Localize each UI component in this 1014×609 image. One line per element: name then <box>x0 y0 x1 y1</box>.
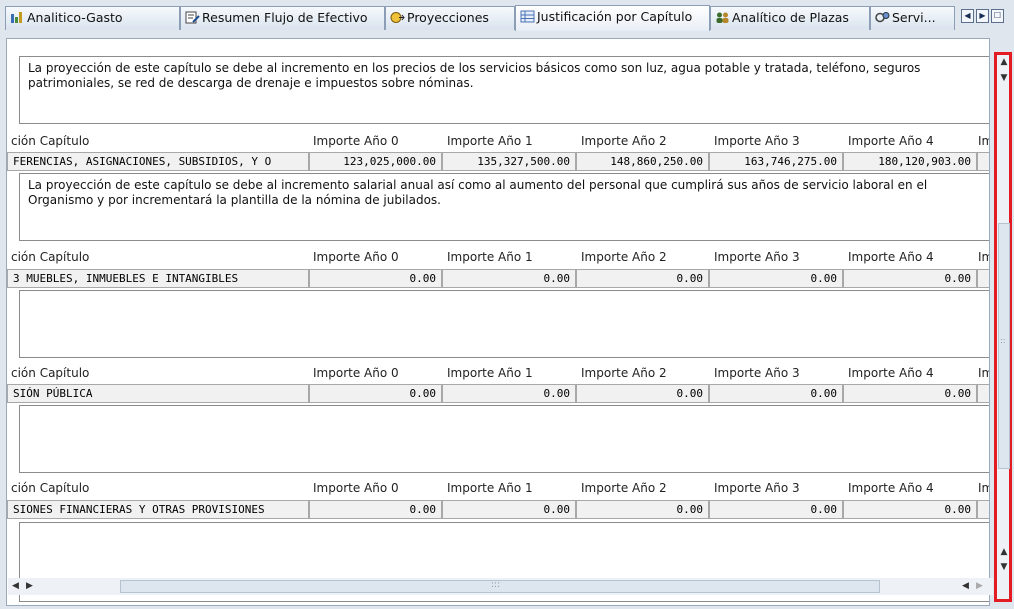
amount-year5-field[interactable] <box>977 384 989 403</box>
chapter-field[interactable]: SIÓN PÚBLICA <box>7 384 309 403</box>
document-edit-icon <box>185 9 200 24</box>
tab-scroll-right-button[interactable]: ▶ <box>976 9 989 23</box>
amount-year3-field[interactable]: 0.00 <box>709 269 843 288</box>
column-header-chapter: ción Capítulo <box>11 134 90 148</box>
amount-year2-field[interactable]: 0.00 <box>576 269 709 288</box>
amount-year4-field[interactable]: 0.00 <box>843 269 977 288</box>
tab-label: Proyecciones <box>407 10 489 25</box>
vertical-scroll-thumb[interactable]: :: <box>998 223 1010 469</box>
amount-year2-field[interactable]: 0.00 <box>576 500 709 519</box>
tab-justificacion-capitulo[interactable]: Justificación por Capítulo <box>515 5 710 31</box>
tab-label: Analítico de Plazas <box>732 10 849 25</box>
vertical-scrollbar[interactable]: ▲ ▼ :: ▲ ▼ <box>994 52 1012 602</box>
amount-year2-field[interactable]: 0.00 <box>576 384 709 403</box>
scroll-down-icon[interactable]: ▼ <box>999 73 1009 83</box>
scroll-down-icon[interactable]: ▼ <box>999 562 1009 572</box>
column-header-year3: Importe Año 3 <box>714 481 800 495</box>
justification-textarea[interactable] <box>19 405 989 473</box>
justification-textarea[interactable] <box>19 290 989 358</box>
column-header-more: Im <box>978 481 989 495</box>
amount-year5-field[interactable] <box>977 500 989 519</box>
amount-year2-field[interactable]: 148,860,250.00 <box>576 152 709 171</box>
amount-year1-field[interactable]: 135,327,500.00 <box>442 152 576 171</box>
tab-resumen-flujo[interactable]: Resumen Flujo de Efectivo <box>180 6 385 30</box>
scroll-left-icon[interactable]: ◀ <box>962 581 969 591</box>
column-header-year2: Importe Año 2 <box>581 366 667 380</box>
amount-year4-field[interactable]: 0.00 <box>843 500 977 519</box>
column-header-year4: Importe Año 4 <box>848 481 934 495</box>
column-header-year1: Importe Año 1 <box>447 134 533 148</box>
projection-icon <box>390 9 405 23</box>
column-header-year3: Importe Año 3 <box>714 366 800 380</box>
scroll-up-icon[interactable]: ▲ <box>999 57 1009 67</box>
tab-label: Analitico-Gasto <box>27 10 123 25</box>
tab-list-button[interactable]: ☐ <box>991 9 1004 23</box>
column-header-year4: Importe Año 4 <box>848 134 934 148</box>
amount-year4-field[interactable]: 0.00 <box>843 384 977 403</box>
column-header-year4: Importe Año 4 <box>848 250 934 264</box>
amount-year4-field[interactable]: 180,120,903.00 <box>843 152 977 171</box>
tab-label: Justificación por Capítulo <box>537 9 693 24</box>
scroll-left-icon[interactable]: ◀ <box>12 581 19 591</box>
column-header-more: Im <box>978 250 989 264</box>
amount-year0-field[interactable]: 123,025,000.00 <box>309 152 442 171</box>
grip-icon: :: <box>1000 336 1006 345</box>
column-header-chapter: ción Capítulo <box>11 250 90 264</box>
column-header-year0: Importe Año 0 <box>313 481 399 495</box>
chapter-field[interactable]: 3 MUEBLES, INMUEBLES E INTANGIBLES <box>7 269 309 288</box>
justification-textarea[interactable]: La proyección de este capítulo se debe a… <box>19 173 989 241</box>
amount-year0-field[interactable]: 0.00 <box>309 384 442 403</box>
people-icon <box>715 9 730 23</box>
column-header-year0: Importe Año 0 <box>313 250 399 264</box>
amount-year3-field[interactable]: 0.00 <box>709 384 843 403</box>
tab-servicios[interactable]: Servi... <box>870 6 955 30</box>
column-header-year2: Importe Año 2 <box>581 134 667 148</box>
scroll-right-icon[interactable]: ▶ <box>26 581 33 591</box>
amount-year0-field[interactable]: 0.00 <box>309 269 442 288</box>
tab-label: Servi... <box>892 10 936 25</box>
grip-icon: ::: <box>491 580 501 590</box>
column-header-chapter: ción Capítulo <box>11 366 90 380</box>
tab-scroll-left-button[interactable]: ◀ <box>961 9 974 23</box>
column-header-year0: Importe Año 0 <box>313 366 399 380</box>
column-header-chapter: ción Capítulo <box>11 481 90 495</box>
column-header-year4: Importe Año 4 <box>848 366 934 380</box>
table-icon <box>520 8 535 23</box>
amount-year5-field[interactable] <box>977 269 989 288</box>
chapter-field[interactable]: FERENCIAS, ASIGNACIONES, SUBSIDIOS, Y O <box>7 152 309 171</box>
column-header-year3: Importe Año 3 <box>714 134 800 148</box>
column-header-more: Im <box>978 134 989 148</box>
column-header-year1: Importe Año 1 <box>447 481 533 495</box>
chart-icon <box>10 9 25 23</box>
service-icon <box>875 9 890 23</box>
scroll-right-icon[interactable]: ▶ <box>976 581 983 591</box>
tab-analitico-gasto[interactable]: Analitico-Gasto <box>5 6 180 30</box>
amount-year0-field[interactable]: 0.00 <box>309 500 442 519</box>
amount-year5-field[interactable] <box>977 152 989 171</box>
column-header-year2: Importe Año 2 <box>581 250 667 264</box>
tab-analitico-plazas[interactable]: Analítico de Plazas <box>710 6 870 30</box>
column-header-year3: Importe Año 3 <box>714 250 800 264</box>
chapter-field[interactable]: SIONES FINANCIERAS Y OTRAS PROVISIONES <box>7 500 309 519</box>
amount-year1-field[interactable]: 0.00 <box>442 384 576 403</box>
justification-panel: La proyección de este capítulo se debe a… <box>6 38 990 606</box>
horizontal-scroll-thumb[interactable]: ::: <box>120 580 880 593</box>
amount-year3-field[interactable]: 163,746,275.00 <box>709 152 843 171</box>
column-header-year2: Importe Año 2 <box>581 481 667 495</box>
horizontal-scrollbar[interactable]: ◀ ▶ ::: ◀ ▶ <box>8 578 993 595</box>
column-header-year0: Importe Año 0 <box>313 134 399 148</box>
scroll-up-icon[interactable]: ▲ <box>999 547 1009 557</box>
column-header-year1: Importe Año 1 <box>447 250 533 264</box>
tab-label: Resumen Flujo de Efectivo <box>202 10 368 25</box>
tab-strip: Analitico-Gasto Resumen Flujo de Efectiv… <box>0 0 1014 36</box>
amount-year3-field[interactable]: 0.00 <box>709 500 843 519</box>
justification-textarea[interactable]: La proyección de este capítulo se debe a… <box>19 56 989 124</box>
column-header-more: Im <box>978 366 989 380</box>
column-header-year1: Importe Año 1 <box>447 366 533 380</box>
amount-year1-field[interactable]: 0.00 <box>442 500 576 519</box>
amount-year1-field[interactable]: 0.00 <box>442 269 576 288</box>
tab-proyecciones[interactable]: Proyecciones <box>385 6 515 30</box>
